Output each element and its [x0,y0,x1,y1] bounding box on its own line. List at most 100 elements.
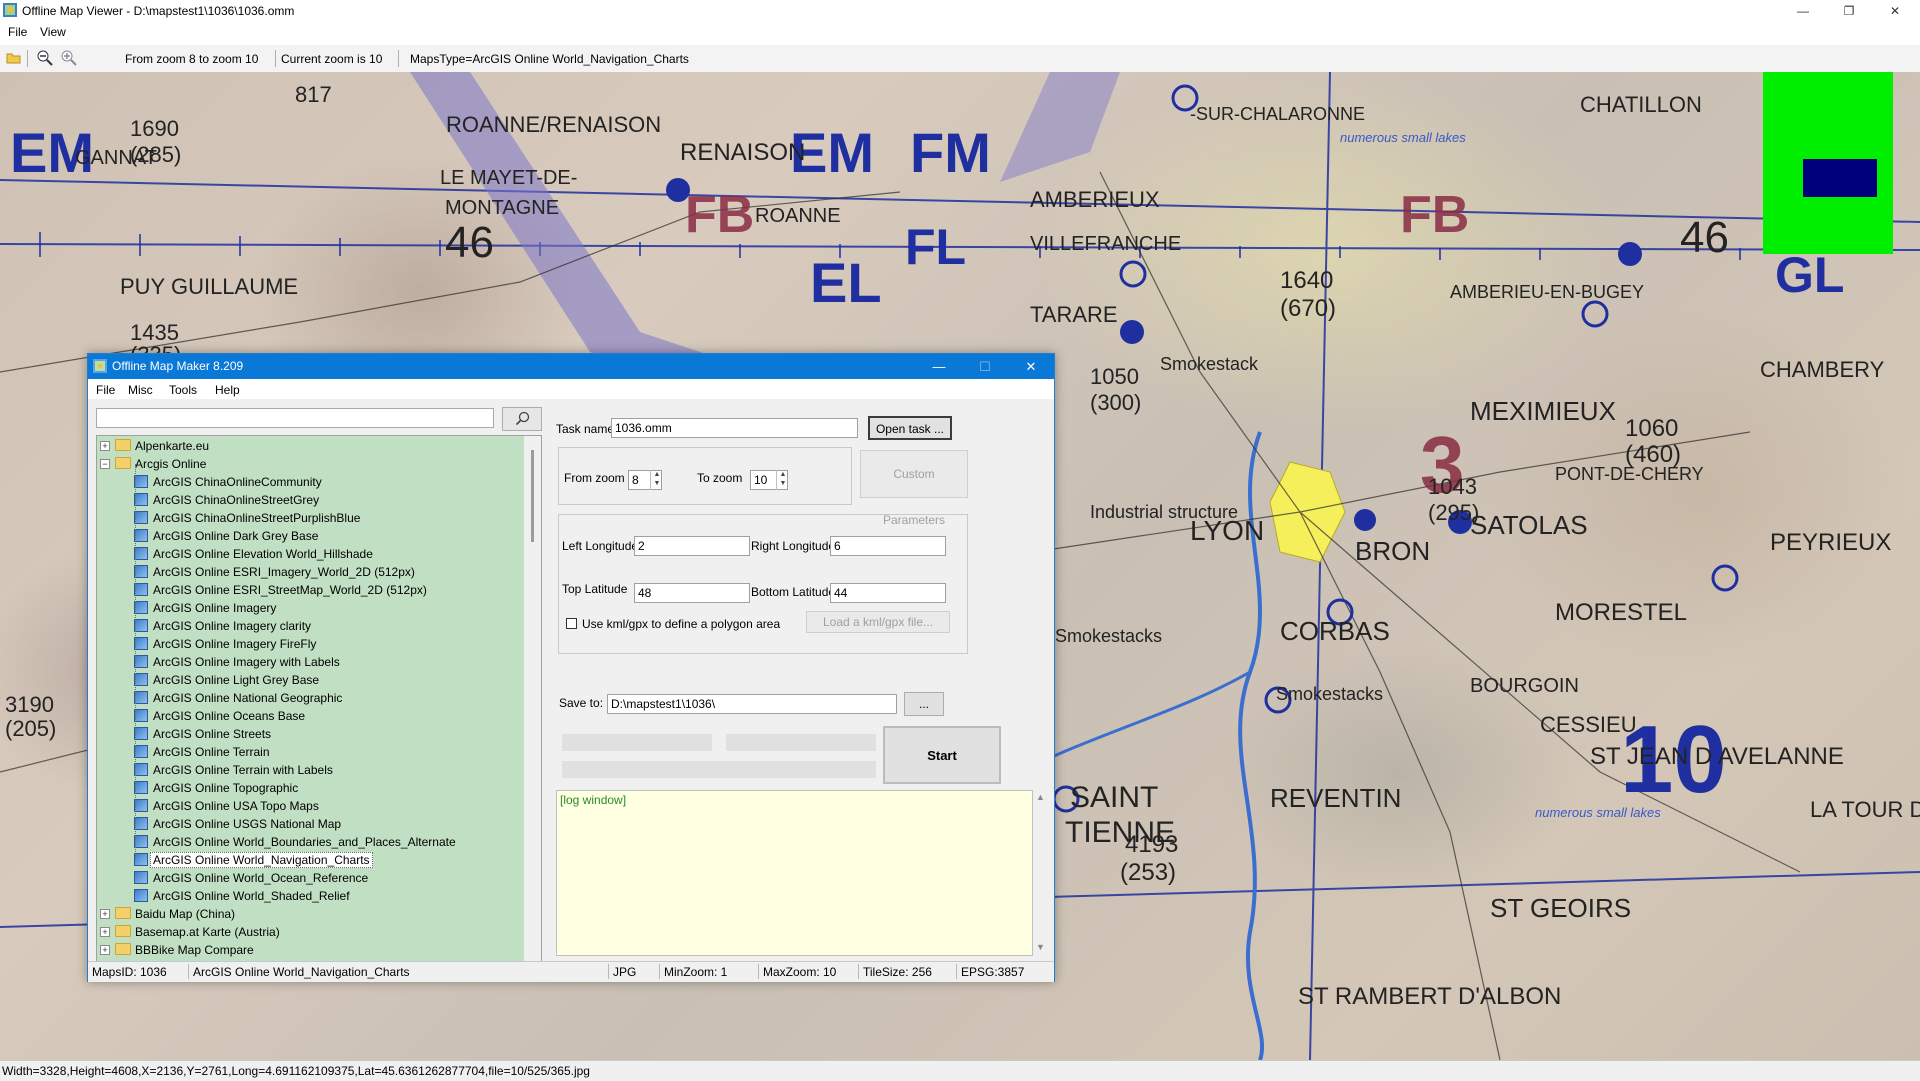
zoom-in-icon[interactable] [60,49,78,67]
dialog-menu-misc[interactable]: Misc [128,383,153,397]
dialog-menu-file[interactable]: File [96,383,115,397]
minimize-button[interactable]: — [1780,0,1826,22]
tree-map-item[interactable]: ArcGIS Online World_Ocean_Reference [97,869,517,887]
tree-map-item[interactable]: ArcGIS Online ESRI_Imagery_World_2D (512… [97,563,517,581]
menu-view[interactable]: View [40,25,66,39]
scroll-up-icon[interactable]: ▲ [1036,792,1045,802]
tree-map-item[interactable]: ArcGIS Online Terrain [97,743,517,761]
tree-map-item[interactable]: ArcGIS Online World_Shaded_Relief [97,887,517,905]
tree-item-label: BBBike Map Compare [135,943,254,957]
chart-label-renaison: RENAISON [680,139,805,166]
open-folder-icon[interactable] [5,49,23,67]
expand-icon[interactable]: + [100,909,110,919]
chart-label-ambericux: AMBERIEUX [1030,187,1160,212]
open-task-button[interactable]: Open task ... [868,416,952,440]
tree-map-item[interactable]: ArcGIS Online World_Boundaries_and_Place… [97,833,517,851]
expand-icon[interactable]: + [100,945,110,955]
overview-minimap[interactable] [1763,72,1893,254]
tree-map-item[interactable]: ArcGIS Online Imagery FireFly [97,635,517,653]
map-layer-icon [134,691,148,704]
tree-map-item[interactable]: ArcGIS Online National Geographic [97,689,517,707]
tree-map-item[interactable]: ArcGIS Online Oceans Base [97,707,517,725]
tree-folder-item[interactable]: + BBBike Map Compare [97,941,517,959]
tree-map-item[interactable]: ArcGIS ChinaOnlineStreetGrey [97,491,517,509]
map-search-input[interactable] [96,408,494,428]
save-to-input[interactable] [607,694,897,714]
tree-item-label: ArcGIS Online USA Topo Maps [153,799,319,813]
progress-bar-1 [562,734,712,751]
spin-down-icon: ▼ [779,480,787,487]
dialog-title: Offline Map Maker 8.209 [112,359,244,373]
tree-map-item[interactable]: ArcGIS Online USA Topo Maps [97,797,517,815]
tree-scrollbar[interactable] [524,436,541,963]
tree-folder-item[interactable]: + Alpenkarte.eu [97,437,517,455]
tree-map-item[interactable]: ArcGIS Online World_Navigation_Charts [97,851,517,869]
tree-scroll-thumb[interactable] [531,450,534,542]
expand-icon[interactable]: + [100,441,110,451]
tree-folder-item[interactable]: − Arcgis Online [97,455,517,473]
overview-viewport-rect[interactable] [1803,159,1877,197]
log-window[interactable]: [log window] [556,790,1033,956]
task-name-label: Task name [556,422,615,436]
menu-file[interactable]: File [8,25,27,39]
tree-map-item[interactable]: ArcGIS Online Imagery [97,599,517,617]
dialog-menu-tools[interactable]: Tools [169,383,197,397]
collapse-icon[interactable]: − [100,459,110,469]
tree-item-label: ArcGIS Online ESRI_Imagery_World_2D (512… [153,565,415,579]
restore-button[interactable]: ❐ [1826,0,1872,22]
to-zoom-spinner[interactable]: ▲ ▼ [776,470,789,490]
tree-map-item[interactable]: ArcGIS Online ESRI_StreetMap_World_2D (5… [97,581,517,599]
tree-folder-item[interactable]: + Basemap.at Karte (Austria) [97,923,517,941]
tree-item-label: ArcGIS Online World_Shaded_Relief [153,889,350,903]
tree-map-item[interactable]: ArcGIS Online Dark Grey Base [97,527,517,545]
tree-item-label: ArcGIS Online ESRI_StreetMap_World_2D (5… [153,583,427,597]
chart-num-4193: 4193 [1125,831,1178,858]
status-min-zoom: MinZoom: 1 [664,965,728,979]
from-zoom-spinner[interactable]: ▲ ▼ [650,470,663,490]
task-name-input[interactable] [611,418,858,438]
tree-map-item[interactable]: ArcGIS Online Topographic [97,779,517,797]
chart-num-670: (670) [1280,295,1336,322]
chart-label-roanne-renaison: ROANNE/RENAISON [446,112,661,137]
scroll-down-icon[interactable]: ▼ [1036,942,1045,952]
tree-map-item[interactable]: ArcGIS ChinaOnlineStreetPurplishBlue [97,509,517,527]
map-layer-icon [134,673,148,686]
tree-folder-item[interactable]: + Baidu Map (China) [97,905,517,923]
tree-map-item[interactable]: ArcGIS Online Elevation World_Hillshade [97,545,517,563]
folder-icon [115,943,131,955]
map-source-tree[interactable]: + Alpenkarte.eu − Arcgis Online ArcGIS China… [96,435,542,964]
tree-map-item[interactable]: ArcGIS Online Terrain with Labels [97,761,517,779]
chart-label-smokestack: Smokestack [1160,354,1259,374]
chart-num-46: 46 [445,218,494,267]
tree-map-item[interactable]: ArcGIS Online Imagery clarity [97,617,517,635]
dialog-menu-help[interactable]: Help [215,383,240,397]
chart-label-industrial: Industrial structure [1090,502,1238,522]
chart-num-1043: 1043 [1428,474,1477,499]
zoom-out-icon[interactable] [36,49,54,67]
map-search-button[interactable] [502,407,542,431]
bottom-latitude-input[interactable] [830,583,946,603]
load-kml-button: Load a kml/gpx file... [806,611,950,633]
tree-item-label: ArcGIS Online Imagery with Labels [153,655,340,669]
tree-map-item[interactable]: ArcGIS ChinaOnlineCommunity [97,473,517,491]
close-button[interactable]: ✕ [1872,0,1918,22]
chart-label-bourgoin: BOURGOIN [1470,675,1579,697]
start-button[interactable]: Start [883,726,1001,784]
dialog-title-bar[interactable]: Offline Map Maker 8.209 — ☐ ✕ [88,354,1054,379]
tree-item-label: ArcGIS Online Topographic [153,781,299,795]
tree-map-item[interactable]: ArcGIS Online Imagery with Labels [97,653,517,671]
tree-map-item[interactable]: ArcGIS Online Streets [97,725,517,743]
tree-map-item[interactable]: ArcGIS Online USGS National Map [97,815,517,833]
chart-label-fm: FM [910,121,991,184]
use-kml-checkbox[interactable] [566,618,577,629]
expand-icon[interactable]: + [100,927,110,937]
log-scrollbar[interactable]: ▲ ▼ [1033,790,1050,956]
dialog-close-button[interactable]: ✕ [1008,354,1054,379]
left-longitude-input[interactable] [634,536,750,556]
dialog-minimize-button[interactable]: — [916,354,962,379]
tree-item-label: ArcGIS Online World_Navigation_Charts [150,852,373,868]
tree-map-item[interactable]: ArcGIS Online Light Grey Base [97,671,517,689]
browse-folder-button[interactable]: ... [904,692,944,716]
right-longitude-input[interactable] [830,536,946,556]
top-latitude-input[interactable] [634,583,750,603]
